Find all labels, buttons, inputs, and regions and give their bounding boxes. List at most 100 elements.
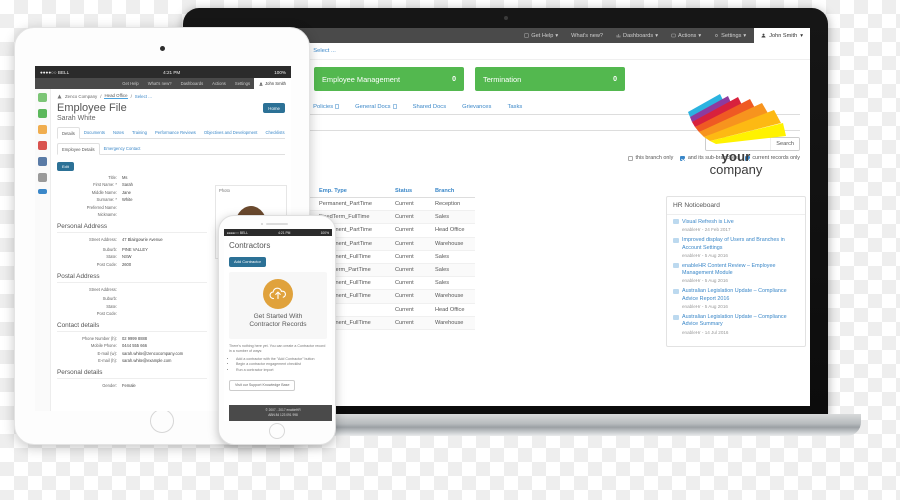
tablet-tab-documents[interactable]: Documents (80, 127, 109, 138)
rail-icon-employees[interactable] (38, 125, 47, 134)
column-header-branch[interactable]: Branch (433, 185, 475, 198)
carrier-label: ●●●●○○ BELL (227, 230, 248, 235)
noticeboard-item[interactable]: Australian Legislation Update – Complian… (673, 314, 799, 335)
topnav-label: Dashboards (623, 32, 654, 39)
column-header-status[interactable]: Status (393, 185, 433, 198)
tab-label: Tasks (507, 103, 523, 110)
tablet-breadcrumb-company[interactable]: Zenco Company (65, 94, 97, 99)
tablet-tab-objectives-and-development[interactable]: Objectives and Development (200, 127, 262, 138)
breadcrumb-separator: / (100, 93, 102, 99)
chevron-down-icon: ▾ (698, 32, 702, 39)
tablet-tab-alerts[interactable]: Alerts (289, 127, 291, 138)
topnav-item-settings[interactable]: Settings ▾ (714, 33, 746, 39)
cell-status: Current (393, 303, 433, 317)
phone-home-button[interactable] (269, 423, 285, 439)
tablet-user-menu[interactable]: John Smith (254, 78, 291, 89)
form-value: NSW (122, 254, 132, 260)
edit-button[interactable]: Edit (57, 162, 74, 171)
breadcrumb-select[interactable]: Select ... (313, 48, 336, 54)
rail-icon-contractors[interactable] (38, 141, 47, 150)
noticeboard-item-text: Improved display of Users and Branches i… (682, 237, 785, 251)
phone-app-body: Contractors Add Contractor Get Started W… (224, 236, 332, 391)
cell-status: Current (393, 276, 433, 291)
rail-icon-candidates[interactable] (38, 109, 47, 118)
topnav-label: Settings (721, 32, 742, 39)
column-header-emp-type[interactable]: Emp. Type (317, 185, 393, 198)
tablet-topnav-dashboards[interactable]: Dashboards (181, 81, 204, 86)
tab-shared-docs[interactable]: Shared Docs (405, 99, 455, 114)
checkbox[interactable] (628, 155, 634, 161)
tablet-home-nav-button[interactable]: Home (263, 103, 285, 113)
user-menu[interactable]: John Smith ▾ (754, 28, 810, 43)
tablet-tab-details[interactable]: Details (57, 127, 80, 139)
tablet-employee-name: Sarah White (57, 115, 96, 122)
tablet-topnav-settings[interactable]: Settings (235, 81, 250, 86)
tablet-tab-emergency-contact[interactable]: Emergency Contact (100, 143, 145, 154)
tab-tasks[interactable]: Tasks (499, 99, 530, 114)
noticeboard-item[interactable]: enableHR Content Review – Employee Manag… (673, 263, 799, 283)
form-value: White (122, 197, 133, 203)
form-label: Mobile Phone: (90, 343, 117, 349)
cell-branch: Head Office (433, 303, 475, 317)
announcement-icon (673, 263, 679, 269)
rail-icon-home[interactable] (38, 93, 47, 102)
laptop-camera-icon (503, 16, 508, 20)
tablet-topnav-get-help[interactable]: Get Help (122, 81, 139, 86)
topnav-item-dashboards[interactable]: Dashboards ▾ (616, 33, 658, 39)
home-button-label: Home (268, 105, 280, 111)
noticeboard-item-meta: enableHr - 5 Aug 2016 (682, 304, 728, 310)
empty-description: There's nothing here yet. You can create… (229, 343, 326, 353)
tab-general-docs[interactable]: General Docs (347, 99, 404, 114)
doc-icon (392, 104, 397, 109)
form-label: E-mail (h): (98, 358, 117, 364)
chevron-down-icon: ▾ (555, 32, 559, 39)
tablet-breadcrumb-select[interactable]: Select ... (135, 94, 152, 99)
module-card-termination[interactable]: Termination 0 (475, 67, 625, 91)
form-value: PINE VALLEY (122, 246, 148, 252)
noticeboard-item[interactable]: Australian Legislation Update – Complian… (673, 288, 799, 309)
tablet-tabs-primary: Details Documents Notes Training Performance… (57, 127, 285, 139)
form-row: Street Address: (57, 287, 207, 292)
abn-line: ABN 84 123 091 998 (268, 413, 298, 418)
cell-branch: Sales (433, 250, 475, 264)
cell-status: Current (393, 237, 433, 251)
tablet-tab-notes[interactable]: Notes (109, 127, 128, 138)
hr-noticeboard-panel: HR Noticeboard Visual Refresh is Live ena… (666, 195, 806, 347)
tablet-tab-training[interactable]: Training (128, 127, 151, 138)
tab-grievances[interactable]: Grievances (454, 99, 499, 114)
form-section-header: Postal Address (57, 270, 207, 283)
user-icon (761, 33, 766, 38)
carrier-label: ●●●●○○ BELL (40, 69, 70, 75)
noticeboard-item[interactable]: Visual Refresh is Live enableHr - 24 Feb … (673, 219, 799, 232)
topnav-item-actions[interactable]: Actions ▾ (671, 33, 701, 39)
tablet-tab-employee-details[interactable]: Employee Details (57, 143, 100, 155)
form-value: sarah.white@zencocompany.com (122, 350, 184, 356)
noticeboard-item-text: Australian Legislation Update – Complian… (682, 314, 787, 328)
noticeboard-item[interactable]: Improved display of Users and Branches i… (673, 237, 799, 258)
form-row: Mobile Phone: 0444 555 666 (57, 343, 207, 348)
topnav-item-whats-new[interactable]: What's new? (571, 33, 603, 39)
tablet-tabs-secondary: Employee Details Emergency Contact (57, 143, 285, 155)
app-topnav: Get Help ▾ What's new? Dashboards ▾ Acti… (524, 33, 754, 39)
rail-icon-settings[interactable] (38, 173, 47, 182)
form-label: Suburb: (102, 246, 117, 252)
add-contractor-button[interactable]: Add Contractor (229, 256, 266, 267)
knowledge-base-link[interactable]: Visit our Support Knowledge Base (229, 379, 296, 391)
topnav-item-get-help[interactable]: Get Help ▾ (524, 33, 558, 39)
tablet-topnav-whats-new[interactable]: What's new? (148, 81, 172, 86)
tablet-breadcrumb-branch[interactable]: Head Office (104, 93, 128, 99)
tab-policies[interactable]: Policies (305, 99, 347, 114)
tablet-tab-checklists[interactable]: Checklists (261, 127, 288, 138)
tablet-home-button[interactable] (150, 409, 174, 433)
form-row: Gender: Female (57, 383, 207, 388)
rail-icon-reports[interactable] (38, 157, 47, 166)
rail-icon-collapse[interactable] (38, 189, 47, 194)
tablet-tab-performance-reviews[interactable]: Performance Reviews (151, 127, 200, 138)
cell-branch: Reception (433, 197, 475, 212)
module-card-employee-management[interactable]: Employee Management 0 (314, 67, 464, 91)
cloud-upload-glyph (269, 287, 286, 299)
tab-label: Grievances (462, 103, 492, 110)
tablet-topnav-actions[interactable]: Actions (212, 81, 226, 86)
topnav-label: Actions (678, 32, 697, 39)
form-label: Suburb: (102, 296, 117, 302)
